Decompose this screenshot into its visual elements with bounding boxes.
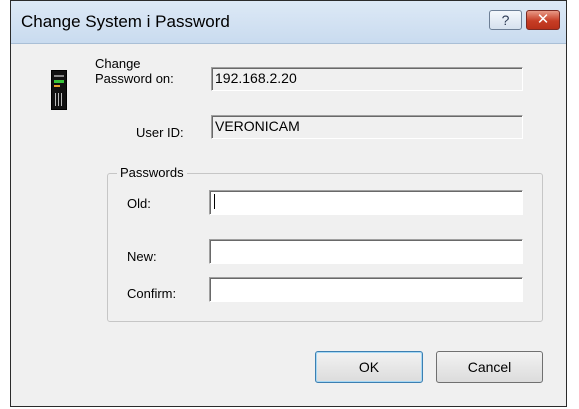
ok-button[interactable]: OK	[315, 351, 423, 383]
close-icon: ✕	[536, 11, 550, 28]
change-label-line1: Change	[95, 56, 141, 71]
dialog-title: Change System i Password	[21, 12, 230, 31]
confirm-password-label: Confirm:	[127, 286, 177, 301]
change-password-dialog: Change System i Password ? ✕ Change Pass…	[10, 0, 567, 407]
confirm-password-input[interactable]	[209, 277, 523, 302]
old-password-input[interactable]	[209, 190, 523, 215]
old-password-label: Old:	[127, 196, 151, 211]
passwords-group-label: Passwords	[117, 165, 187, 180]
user-id-label: User ID:	[136, 125, 184, 140]
new-password-input[interactable]	[209, 239, 523, 264]
system-host-field: 192.168.2.20	[211, 67, 523, 91]
system-i-server-icon	[51, 70, 67, 110]
server-icon-part	[55, 93, 63, 106]
close-button[interactable]: ✕	[526, 10, 560, 30]
text-caret	[214, 194, 215, 209]
server-icon-part	[54, 80, 64, 83]
server-icon-part	[54, 75, 64, 77]
user-id-field: VERONICAM	[211, 115, 523, 139]
title-bar[interactable]: Change System i Password ? ✕	[11, 1, 566, 44]
server-icon-part	[54, 85, 60, 87]
change-label-line2: Password on:	[95, 71, 174, 86]
cancel-button[interactable]: Cancel	[436, 351, 543, 383]
help-button[interactable]: ?	[489, 10, 522, 30]
new-password-label: New:	[127, 249, 157, 264]
help-icon: ?	[501, 12, 510, 28]
